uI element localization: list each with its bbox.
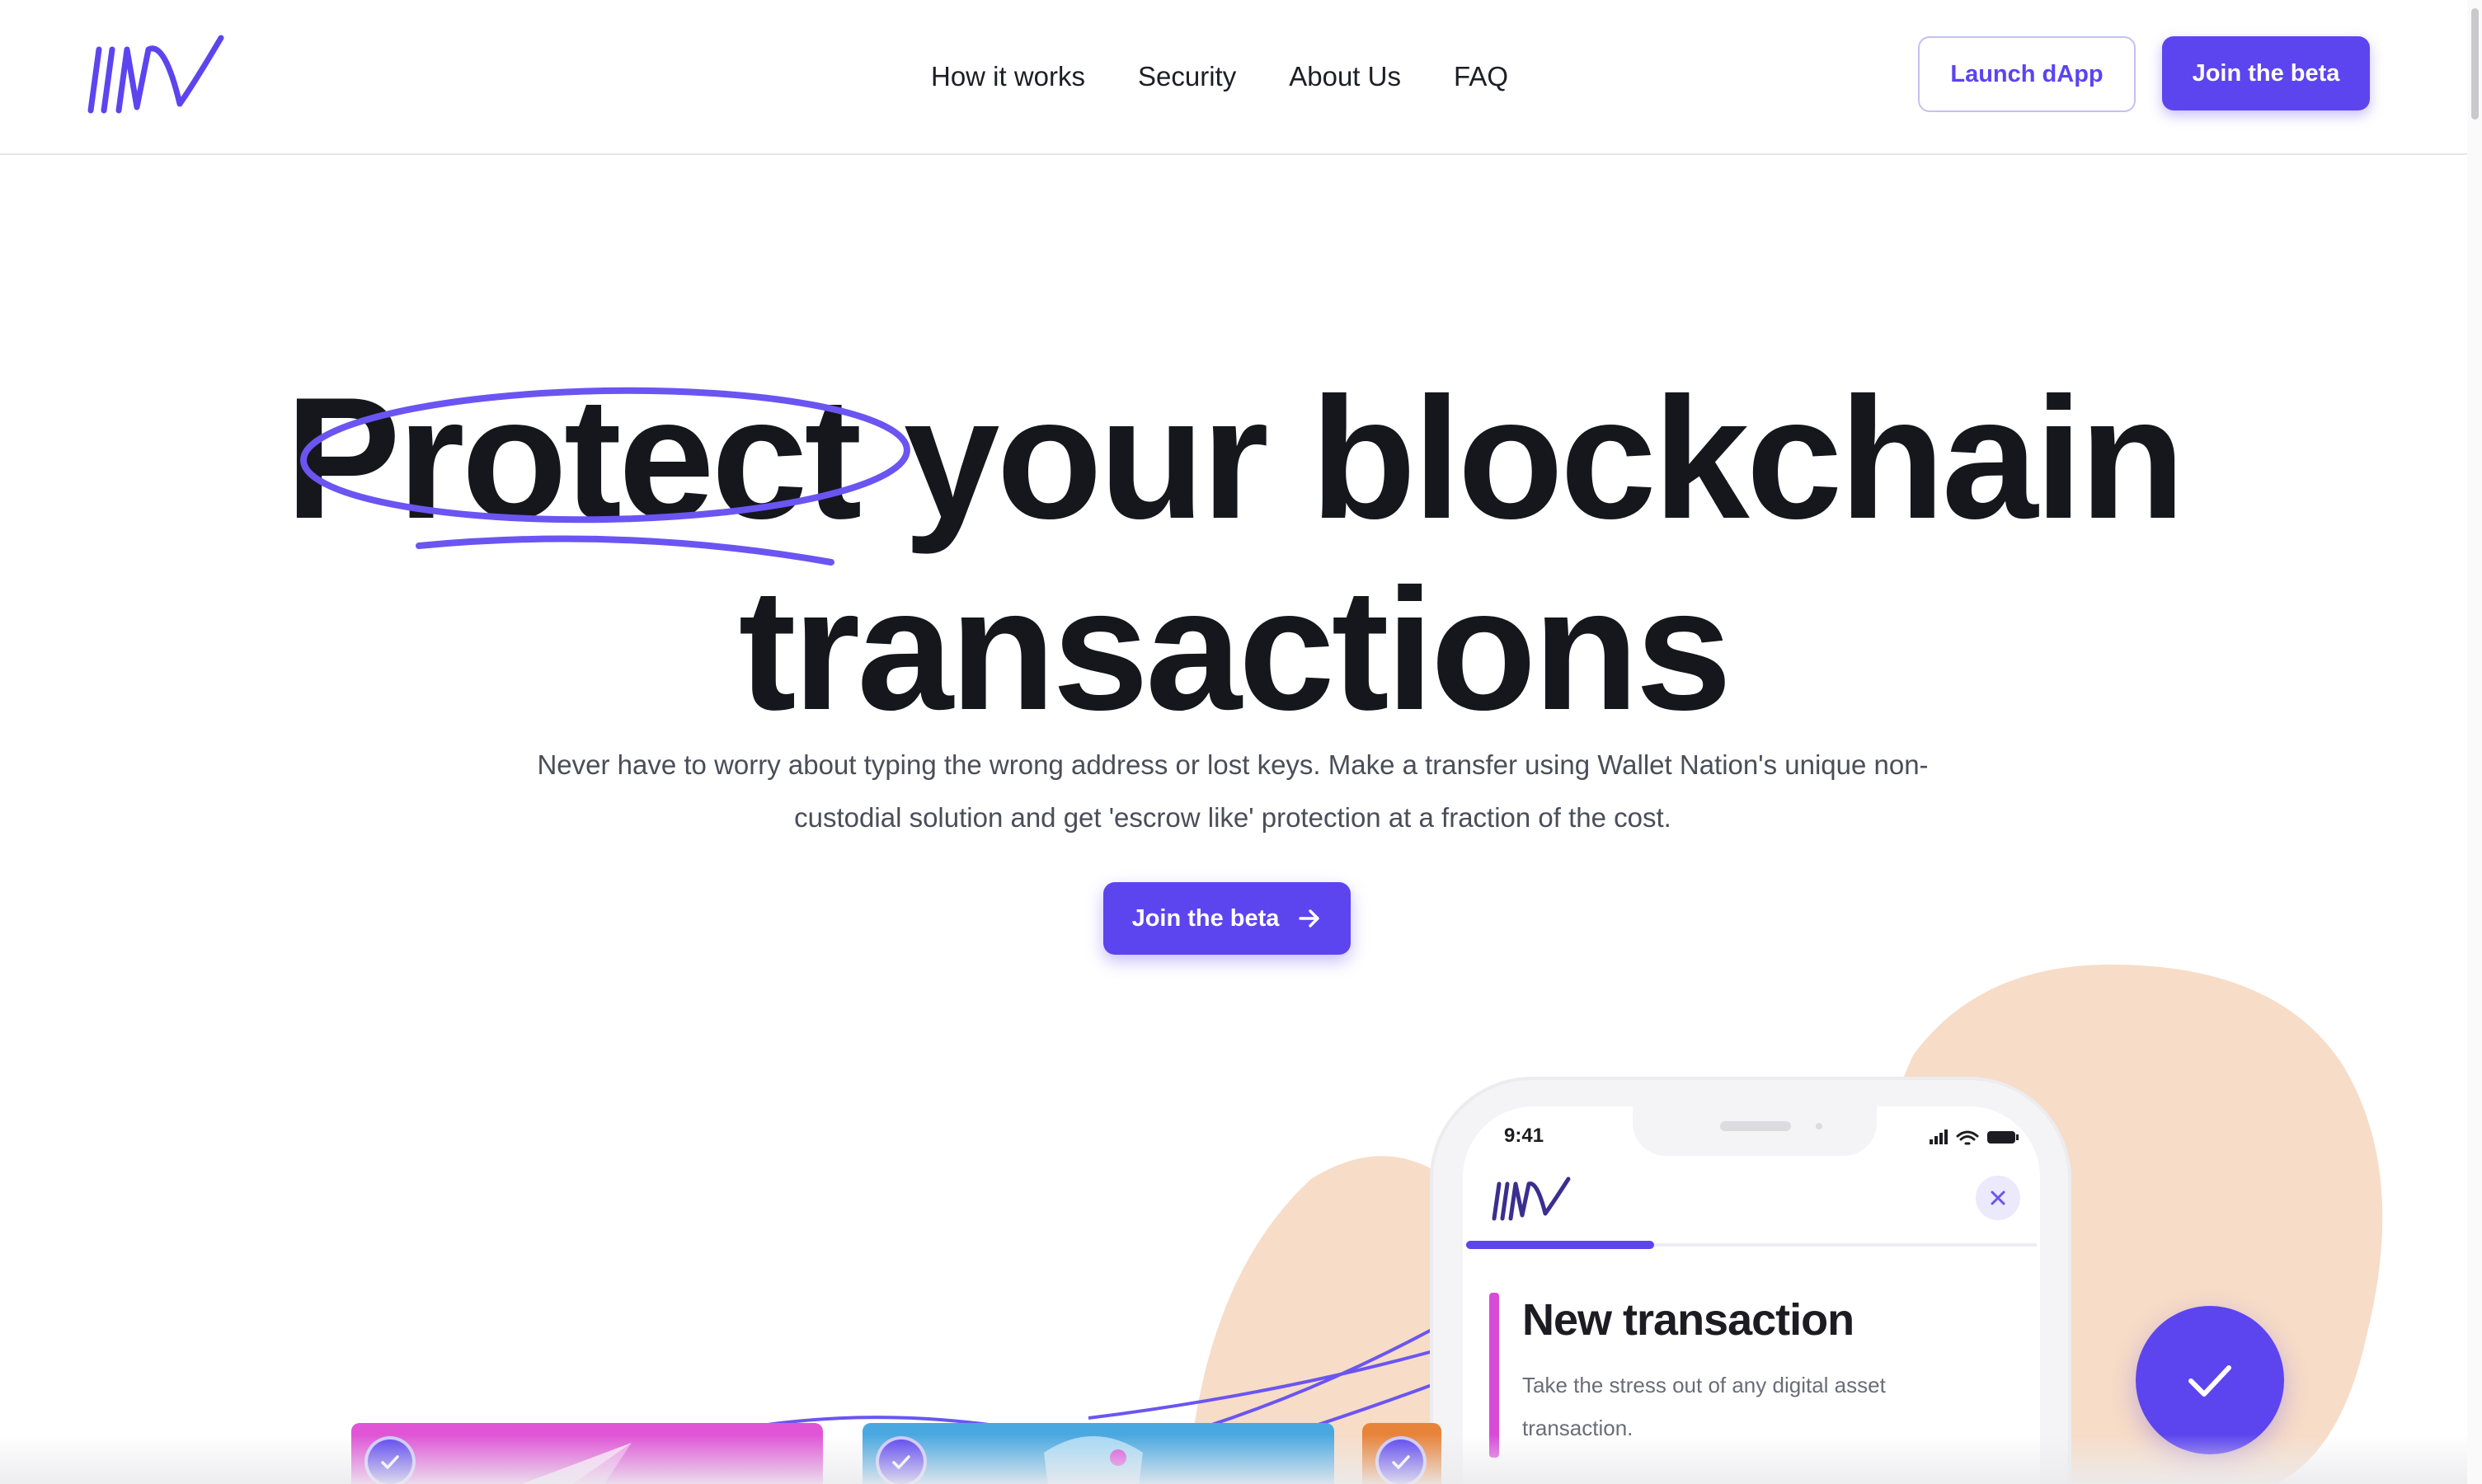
tile-check-icon: [1375, 1436, 1427, 1484]
shield-icon: [1044, 1436, 1143, 1484]
nav-faq[interactable]: FAQ: [1454, 61, 1508, 92]
new-transaction-title: New transaction: [1522, 1295, 1854, 1345]
new-transaction-desc: Take the stress out of any digital asset…: [1522, 1373, 1886, 1440]
nav-how-it-works[interactable]: How it works: [931, 61, 1085, 92]
paper-plane-icon: [521, 1443, 632, 1484]
nav-about-us[interactable]: About Us: [1289, 61, 1401, 92]
progress-bar: [1466, 1241, 2037, 1249]
phone-speaker: [1720, 1121, 1791, 1131]
hero-subtitle-line1: Never have to worry about typing the wro…: [537, 749, 1929, 780]
launch-dapp-button[interactable]: Launch dApp: [1918, 36, 2136, 112]
close-icon: [1991, 1190, 2005, 1205]
hero-subtitle-line2: custodial solution and get 'escrow like'…: [794, 802, 1671, 833]
tile-shield: [863, 1423, 1334, 1484]
check-icon: [2188, 1365, 2231, 1397]
join-beta-hero-button[interactable]: Join the beta: [1103, 882, 1351, 955]
hero-title-line2: transactions: [738, 552, 1732, 746]
scrollbar-thumb[interactable]: [2471, 8, 2479, 120]
progress-fill: [1466, 1241, 1655, 1249]
join-beta-hero-label: Join the beta: [1131, 904, 1280, 932]
status-time: 9:41: [1504, 1125, 1544, 1147]
phone-notch: [1633, 1106, 1877, 1156]
hero-subtitle: Never have to worry about typing the wro…: [495, 739, 1971, 844]
landing-page: How it works Security About Us FAQ Launc…: [0, 0, 2482, 1484]
confirm-button[interactable]: [2136, 1306, 2284, 1454]
scrollbar[interactable]: [2467, 0, 2482, 1484]
card-accent-bar: [1489, 1293, 1499, 1458]
close-button[interactable]: [1976, 1176, 2020, 1220]
join-beta-header-button[interactable]: Join the beta: [2162, 36, 2370, 110]
phone-camera: [1816, 1123, 1822, 1129]
tile-check-icon: [364, 1436, 416, 1484]
highlight-scribble: [300, 387, 910, 566]
tile-check-icon: [876, 1436, 927, 1484]
tile-send: [351, 1423, 823, 1484]
nav-security[interactable]: Security: [1138, 61, 1236, 92]
app-logo-icon: [1492, 1176, 1571, 1221]
site-header: How it works Security About Us FAQ Launc…: [0, 0, 2467, 155]
status-bar-icons: [1930, 1129, 2019, 1145]
tile-wallet: [1362, 1423, 1441, 1484]
arrow-right-icon: [1299, 909, 1320, 928]
